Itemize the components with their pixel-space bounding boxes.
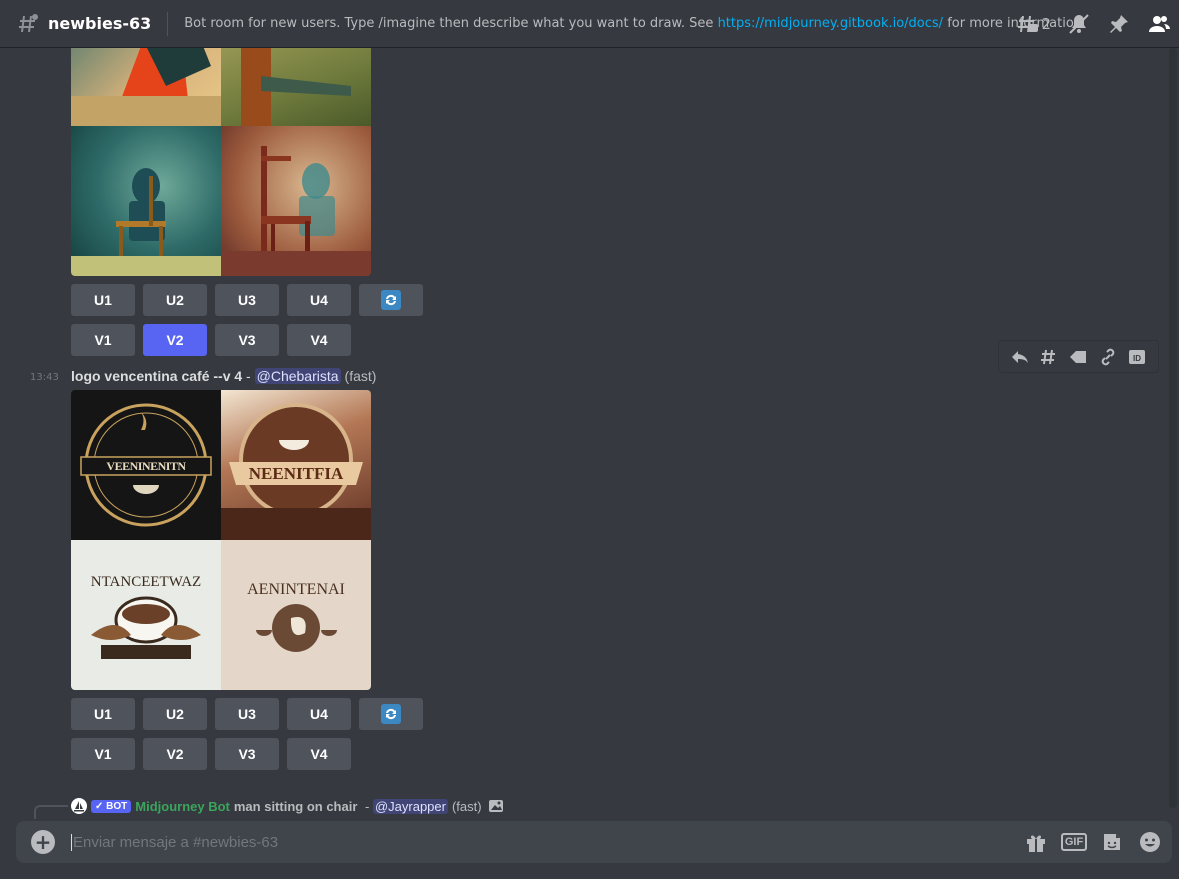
message-timestamp: 13:43 xyxy=(30,372,59,383)
reroll-icon xyxy=(381,704,401,724)
emoji-button[interactable] xyxy=(1138,830,1162,854)
image-tile-3[interactable] xyxy=(71,126,221,276)
variation-button-1[interactable]: V1 xyxy=(71,738,135,770)
create-thread-button[interactable] xyxy=(1039,347,1059,367)
user-mention[interactable]: @Chebarista xyxy=(254,368,341,384)
image-tile-1[interactable] xyxy=(71,48,221,126)
upscale-button-1[interactable]: U1 xyxy=(71,698,135,730)
image-tile-4[interactable] xyxy=(221,126,371,276)
pinned-messages-button[interactable] xyxy=(1107,12,1131,36)
thread-icon xyxy=(1041,349,1056,364)
variation-button-4[interactable]: V4 xyxy=(287,324,351,356)
reply-preview[interactable]: ✓ BOT Midjourney Bot man sitting on chai… xyxy=(71,798,504,814)
reply-prompt-text: man sitting on chair xyxy=(233,798,358,814)
topic-link[interactable]: https://midjourney.gitbook.io/docs/ xyxy=(718,16,944,31)
reply-button[interactable] xyxy=(1010,347,1030,367)
link-icon xyxy=(1101,348,1115,365)
bot-badge: ✓ BOT xyxy=(91,799,132,813)
image-tile-4[interactable]: AENINTENAI xyxy=(221,540,371,690)
id-icon: ID xyxy=(1129,349,1146,364)
image-tile-1[interactable]: VEENINENITN xyxy=(71,390,221,540)
upload-plus-button[interactable]: + xyxy=(31,830,55,854)
variation-button-2[interactable]: V2 xyxy=(143,324,207,356)
reroll-icon xyxy=(381,290,401,310)
variation-buttons-chair: V1 V2 V3 V4 xyxy=(71,324,351,356)
upscale-button-1[interactable]: U1 xyxy=(71,284,135,316)
variation-button-4[interactable]: V4 xyxy=(287,738,351,770)
gif-icon: GIF xyxy=(1060,833,1088,851)
logo-text-2: NEENITFIA xyxy=(248,464,344,483)
message-composer[interactable]: + Enviar mensaje a #newbies-63 GIF xyxy=(16,821,1172,863)
sailboat-icon xyxy=(74,801,84,812)
image-tile-3[interactable]: NTANCEETWAZ xyxy=(71,540,221,690)
image-grid-logo[interactable]: VEENINENITN NEENITFIA NTANCEETWAZ AENINT… xyxy=(71,390,371,690)
channel-topic: Bot room for new users. Type /imagine th… xyxy=(184,16,1082,31)
threads-count: 2 xyxy=(1041,15,1051,33)
pin-icon xyxy=(1110,15,1128,33)
reply-separator: - xyxy=(361,798,373,814)
header-divider xyxy=(167,11,169,36)
variation-button-2[interactable]: V2 xyxy=(143,738,207,770)
upscale-buttons-chair: U1 U2 U3 U4 xyxy=(71,284,423,316)
plus-icon: + xyxy=(34,830,52,854)
separator: - xyxy=(242,368,255,384)
upscale-button-4[interactable]: U4 xyxy=(287,284,351,316)
speed-label: (fast) xyxy=(344,368,377,384)
copy-id-button[interactable]: ID xyxy=(1127,347,1147,367)
message-input[interactable]: Enviar mensaje a #newbies-63 xyxy=(71,833,278,851)
notification-settings-button[interactable] xyxy=(1067,12,1091,36)
variation-button-3[interactable]: V3 xyxy=(215,324,279,356)
topic-text: Bot room for new users. Type /imagine th… xyxy=(184,16,718,31)
upscale-button-2[interactable]: U2 xyxy=(143,284,207,316)
logo-text-1: VEENINENITN xyxy=(106,458,186,473)
gif-button[interactable]: GIF xyxy=(1060,830,1088,854)
header-toolbar: 2 xyxy=(1015,12,1171,36)
prompt-text: logo vencentina café --v 4 xyxy=(71,368,243,384)
channel-name: newbies-63 xyxy=(48,14,152,33)
upscale-button-3[interactable]: U3 xyxy=(215,284,279,316)
reroll-button[interactable] xyxy=(359,698,423,730)
gift-icon xyxy=(1027,835,1045,852)
variation-button-1[interactable]: V1 xyxy=(71,324,135,356)
members-icon xyxy=(1149,16,1170,32)
upscale-button-2[interactable]: U2 xyxy=(143,698,207,730)
variation-buttons-logo: V1 V2 V3 V4 xyxy=(71,738,351,770)
message-list[interactable]: U1 U2 U3 U4 V1 V2 V3 V4 ID 13:43 logo ve… xyxy=(0,48,1179,808)
threads-icon xyxy=(1018,15,1039,33)
copy-link-button[interactable] xyxy=(1098,347,1118,367)
sticker-button[interactable] xyxy=(1100,830,1124,854)
sticker-icon xyxy=(1104,834,1120,850)
scrollbar[interactable] xyxy=(1169,48,1177,808)
tag-icon xyxy=(1070,350,1087,363)
image-attachment-icon xyxy=(488,800,503,812)
reply-icon xyxy=(1011,350,1028,363)
mark-unread-button[interactable] xyxy=(1068,347,1088,367)
image-tile-2[interactable] xyxy=(221,48,371,126)
upscale-button-3[interactable]: U3 xyxy=(215,698,279,730)
reply-user-mention[interactable]: @Jayrapper xyxy=(372,798,448,814)
channel-header: newbies-63 Bot room for new users. Type … xyxy=(0,0,1179,48)
reply-speed-label: (fast) xyxy=(451,798,482,814)
image-tile-2[interactable]: NEENITFIA xyxy=(221,390,371,540)
bell-muted-icon xyxy=(1069,14,1089,34)
svg-text:ID: ID xyxy=(1133,354,1141,363)
composer-toolbar: GIF xyxy=(1024,830,1162,854)
upscale-button-4[interactable]: U4 xyxy=(287,698,351,730)
smiley-icon xyxy=(1140,832,1160,852)
reroll-button[interactable] xyxy=(359,284,423,316)
image-grid-chair[interactable] xyxy=(71,48,371,276)
channel-hash-icon xyxy=(16,12,40,36)
logo-text-3: NTANCEETWAZ xyxy=(90,573,202,590)
gift-button[interactable] xyxy=(1024,830,1048,854)
member-list-button[interactable] xyxy=(1147,12,1171,36)
variation-button-3[interactable]: V3 xyxy=(215,738,279,770)
message-content-logo: logo vencentina café --v 4 - @Chebarista… xyxy=(71,368,376,384)
logo-text-4: AENINTENAI xyxy=(247,581,345,598)
reply-connector xyxy=(34,805,68,819)
bot-username[interactable]: Midjourney Bot xyxy=(135,799,230,814)
message-actions-toolbar: ID xyxy=(998,340,1159,373)
threads-button[interactable]: 2 xyxy=(1015,12,1051,36)
upscale-buttons-logo: U1 U2 U3 U4 xyxy=(71,698,423,730)
bot-avatar[interactable] xyxy=(71,798,87,814)
